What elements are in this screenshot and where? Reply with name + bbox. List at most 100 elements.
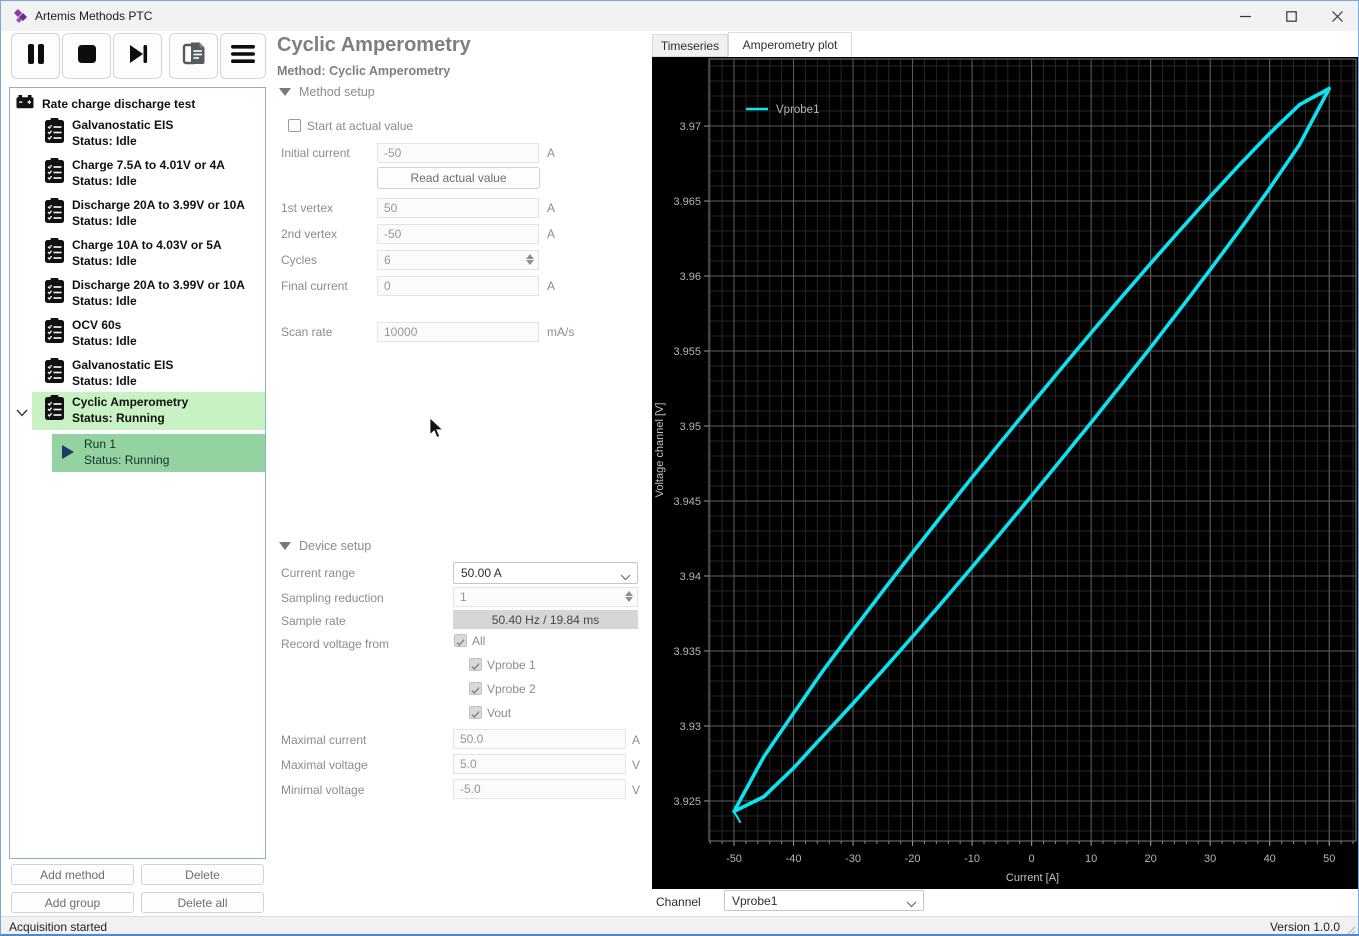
collapse-triangle-icon (279, 542, 291, 550)
tree-item-1[interactable]: Charge 7.5A to 4.01V or 4AStatus: Idle (40, 155, 265, 195)
field-input-3[interactable]: 6 (377, 250, 539, 270)
minimize-button[interactable] (1222, 1, 1268, 31)
pause-icon (26, 43, 46, 70)
svg-text:Voltage channel [V]: Voltage channel [V] (654, 403, 666, 498)
tree-item-status: Status: Idle (72, 213, 245, 229)
record-option-checkbox-3[interactable] (469, 706, 482, 719)
app-logo-icon (13, 8, 30, 30)
tree-item-7[interactable]: Cyclic AmperometryStatus: Running (32, 392, 265, 430)
field-unit-0: A (547, 146, 555, 160)
record-option-checkbox-1[interactable] (469, 658, 482, 671)
field-label-0: Initial current (281, 146, 350, 160)
channel-select[interactable]: Vprobe1 (724, 890, 924, 911)
skip-next-button[interactable] (113, 33, 162, 79)
start-at-actual-value-label: Start at actual value (307, 119, 413, 133)
field-input-2[interactable]: -50 (377, 224, 539, 244)
start-at-actual-value-checkbox[interactable] (288, 119, 301, 132)
collapse-triangle-icon (279, 88, 291, 96)
window-title: Artemis Methods PTC (35, 9, 152, 23)
expander-chevron-icon[interactable] (16, 404, 28, 422)
tree-item-status: Status: Idle (72, 173, 225, 189)
stepper-arrows-icon[interactable] (625, 591, 633, 602)
field-input-4[interactable]: 0 (377, 276, 539, 296)
play-icon (61, 444, 75, 465)
menu-button[interactable] (220, 33, 266, 79)
tree-item-5[interactable]: OCV 60sStatus: Idle (40, 315, 265, 355)
svg-text:50: 50 (1323, 853, 1335, 865)
stop-button[interactable] (62, 33, 111, 79)
clipboard-icon (44, 278, 65, 309)
svg-text:3.97: 3.97 (680, 121, 701, 133)
field-unit-2: A (547, 227, 555, 241)
tree-item-6[interactable]: Galvanostatic EISStatus: Idle (40, 355, 265, 395)
record-option-label-0: All (472, 634, 485, 648)
svg-text:20: 20 (1145, 853, 1157, 865)
maximal-voltage-field[interactable]: 5.0 (453, 754, 626, 774)
copy-method-button[interactable] (169, 33, 218, 79)
tree-item-status: Status: Running (72, 410, 188, 426)
clipboard-icon (44, 118, 65, 149)
maximize-button[interactable] (1268, 1, 1314, 31)
tree-item-name: Charge 7.5A to 4.01V or 4A (72, 157, 225, 173)
tree-group-row[interactable]: Rate charge discharge test (16, 94, 195, 114)
field-input-1[interactable]: 50 (377, 198, 539, 218)
tree-item-name: Discharge 20A to 3.99V or 10A (72, 277, 245, 293)
add-group-button[interactable]: Add group (11, 892, 134, 913)
tree-item-3[interactable]: Charge 10A to 4.03V or 5AStatus: Idle (40, 235, 265, 275)
hamburger-menu-icon (231, 45, 255, 68)
maximal-current-field[interactable]: 50.0 (453, 729, 626, 749)
chevron-down-icon (620, 570, 631, 584)
svg-text:3.925: 3.925 (673, 796, 701, 808)
method-setup-header[interactable]: Method setup (279, 85, 375, 99)
tree-item-name: Discharge 20A to 3.99V or 10A (72, 197, 245, 213)
field-input-0[interactable]: -50 (377, 143, 539, 163)
record-option-label-1: Vprobe 1 (487, 658, 536, 672)
run-status: Status: Running (84, 452, 169, 468)
tree-item-2[interactable]: Discharge 20A to 3.99V or 10AStatus: Idl… (40, 195, 265, 235)
minimal-voltage-field[interactable]: -5.0 (453, 779, 626, 799)
tree-item-4[interactable]: Discharge 20A to 3.99V or 10AStatus: Idl… (40, 275, 265, 315)
maximal-voltage-unit: V (632, 758, 640, 772)
read-actual-value-button[interactable]: Read actual value (377, 167, 540, 189)
tree-item-status: Status: Idle (72, 373, 173, 389)
stop-icon (77, 44, 97, 69)
svg-text:3.955: 3.955 (673, 346, 701, 358)
pause-button[interactable] (11, 33, 60, 79)
record-option-label-3: Vout (487, 706, 511, 720)
field-label-5: Scan rate (281, 325, 332, 339)
version-label: Version 1.0.0 (1270, 920, 1340, 934)
record-option-checkbox-0[interactable] (454, 634, 467, 647)
svg-text:Current [A]: Current [A] (1006, 872, 1059, 884)
status-bar: Acquisition started Version 1.0.0 (1, 916, 1358, 936)
stepper-arrows-icon[interactable] (526, 254, 534, 265)
tree-item-0[interactable]: Galvanostatic EISStatus: Idle (40, 115, 265, 155)
close-button[interactable] (1314, 1, 1359, 31)
page-title: Cyclic Amperometry (277, 34, 471, 57)
title-bar: Artemis Methods PTC (1, 1, 1358, 31)
svg-text:3.94: 3.94 (680, 571, 701, 583)
record-voltage-from-label: Record voltage from (281, 637, 389, 651)
resize-grip[interactable] (1346, 923, 1356, 936)
delete-button[interactable]: Delete (141, 864, 264, 885)
tree-run-item[interactable]: Run 1 Status: Running (52, 434, 265, 472)
tab-amperometry-plot[interactable]: Amperometry plot (728, 32, 852, 57)
sampling-reduction-label: Sampling reduction (281, 591, 384, 605)
svg-text:-40: -40 (786, 853, 802, 865)
current-range-select[interactable]: 50.00 A (453, 562, 638, 584)
tree-item-name: Cyclic Amperometry (72, 394, 188, 410)
status-message: Acquisition started (9, 920, 107, 934)
tab-timeseries[interactable]: Timeseries (652, 34, 728, 57)
field-input-5[interactable]: 10000 (377, 322, 539, 342)
device-setup-header[interactable]: Device setup (279, 539, 371, 553)
svg-text:0: 0 (1029, 853, 1035, 865)
sampling-reduction-stepper[interactable]: 1 (453, 587, 638, 607)
add-method-button[interactable]: Add method (11, 864, 134, 885)
method-subtitle: Method: Cyclic Amperometry (277, 64, 450, 78)
field-unit-1: A (547, 201, 555, 215)
delete-all-button[interactable]: Delete all (141, 892, 264, 913)
tree-item-name: OCV 60s (72, 317, 137, 333)
channel-label: Channel (656, 895, 701, 909)
sample-rate-label: Sample rate (281, 614, 346, 628)
tree-group-label: Rate charge discharge test (42, 97, 195, 111)
record-option-checkbox-2[interactable] (469, 682, 482, 695)
